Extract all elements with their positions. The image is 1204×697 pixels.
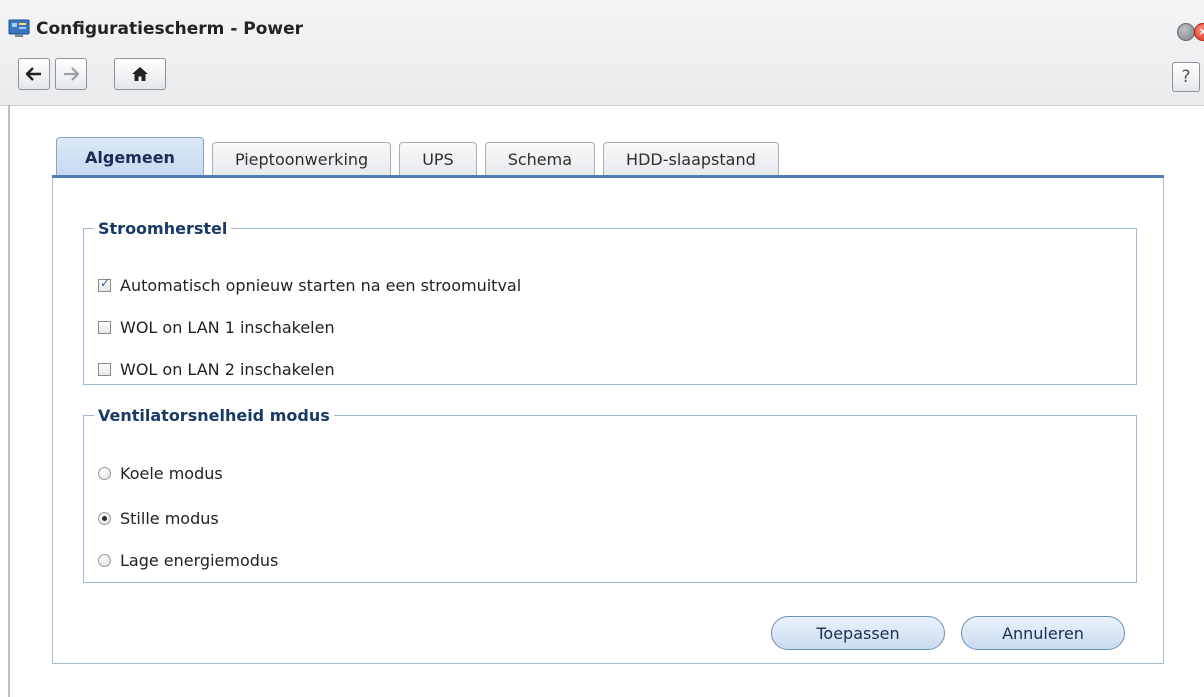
window-titlebar: Configuratiescherm - Power × ? <box>0 0 1204 106</box>
fan-mode-group: Ventilatorsnelheid modus Koele modus Sti… <box>83 406 1137 583</box>
power-recovery-legend: Stroomherstel <box>98 219 228 238</box>
cool-mode-option[interactable]: Koele modus <box>98 464 223 483</box>
settings-panel: Stroomherstel Automatisch opnieuw starte… <box>52 178 1164 664</box>
wol-lan2-label: WOL on LAN 2 inschakelen <box>120 360 335 379</box>
cool-mode-radio[interactable] <box>98 467 111 480</box>
wol-lan1-checkbox[interactable] <box>98 321 111 334</box>
auto-restart-option[interactable]: Automatisch opnieuw starten na een stroo… <box>98 276 521 295</box>
auto-restart-checkbox[interactable] <box>98 276 111 292</box>
low-power-mode-label: Lage energiemodus <box>120 551 279 570</box>
fan-mode-legend: Ventilatorsnelheid modus <box>98 406 330 425</box>
close-icon[interactable]: × <box>1194 23 1204 41</box>
home-button[interactable] <box>114 58 166 90</box>
cancel-button[interactable]: Annuleren <box>961 616 1125 650</box>
quiet-mode-option[interactable]: Stille modus <box>98 509 219 528</box>
quiet-mode-radio[interactable] <box>98 512 111 525</box>
arrow-left-icon <box>26 67 41 81</box>
tab-hdd-slaapstand[interactable]: HDD-slaapstand <box>603 142 779 176</box>
quiet-mode-label: Stille modus <box>120 509 219 528</box>
wol-lan1-option[interactable]: WOL on LAN 1 inschakelen <box>98 318 335 337</box>
home-icon <box>132 67 148 81</box>
apply-button[interactable]: Toepassen <box>771 616 945 650</box>
arrow-right-icon <box>64 67 79 81</box>
wol-lan1-label: WOL on LAN 1 inschakelen <box>120 318 335 337</box>
window-border <box>8 105 10 697</box>
help-button[interactable]: ? <box>1172 62 1200 92</box>
forward-button[interactable] <box>55 58 87 90</box>
wol-lan2-checkbox[interactable] <box>98 363 111 376</box>
control-panel-icon <box>8 19 30 37</box>
power-recovery-group: Stroomherstel Automatisch opnieuw starte… <box>83 219 1137 385</box>
tab-pieptoonwerking[interactable]: Pieptoonwerking <box>211 142 392 176</box>
tab-algemeen[interactable]: Algemeen <box>56 137 204 176</box>
wol-lan2-option[interactable]: WOL on LAN 2 inschakelen <box>98 360 335 379</box>
tab-bar: Algemeen Pieptoonwerking UPS Schema HDD-… <box>56 137 787 176</box>
tab-schema[interactable]: Schema <box>484 142 596 176</box>
auto-restart-label: Automatisch opnieuw starten na een stroo… <box>120 276 522 295</box>
minimize-icon[interactable] <box>1177 23 1195 41</box>
window-title: Configuratiescherm - Power <box>36 19 304 39</box>
tab-ups[interactable]: UPS <box>399 142 477 176</box>
cool-mode-label: Koele modus <box>120 464 223 483</box>
back-button[interactable] <box>18 58 50 90</box>
low-power-mode-option[interactable]: Lage energiemodus <box>98 551 278 570</box>
low-power-mode-radio[interactable] <box>98 554 111 567</box>
